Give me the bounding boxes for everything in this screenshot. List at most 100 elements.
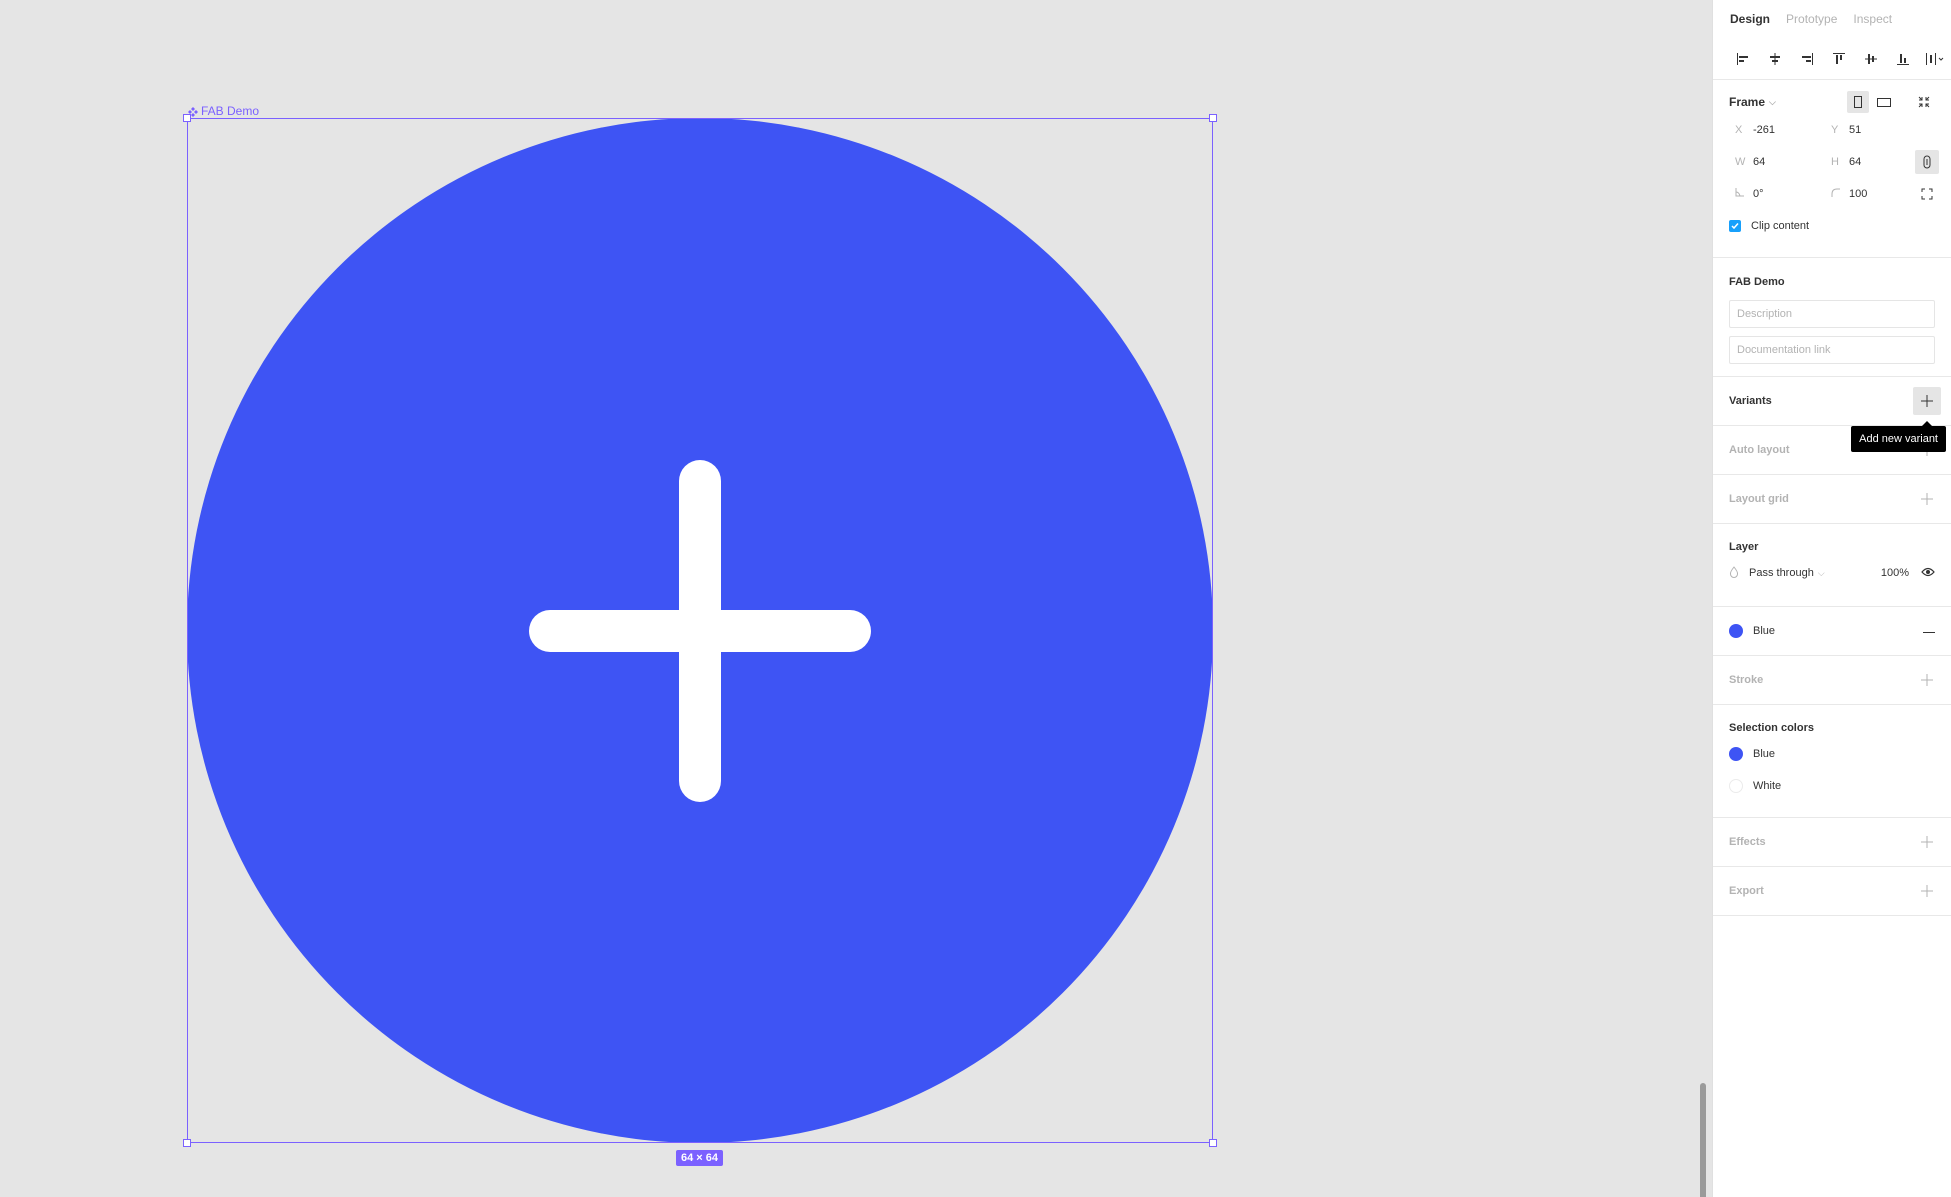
clip-content-row[interactable]: Clip content [1729,210,1935,242]
add-export-button[interactable] [1913,877,1941,905]
frame-type-label: Frame [1729,95,1766,109]
resize-to-fit-icon [1918,96,1930,108]
plus-icon [1921,395,1933,407]
layer-section: Layer Pass through ⌵ 100% [1713,524,1951,607]
align-vertical-center-button[interactable] [1855,45,1887,73]
blend-mode-dropdown[interactable]: Pass through ⌵ [1749,567,1825,579]
stroke-section: Stroke [1713,656,1951,705]
export-section: Export [1713,867,1951,916]
canvas-scrollbar[interactable] [1700,1083,1706,1197]
add-stroke-button[interactable] [1913,666,1941,694]
add-variant-tooltip: Add new variant [1851,421,1946,452]
landscape-icon [1877,97,1891,107]
blend-mode-icon [1729,565,1739,581]
selection-color-label: White [1753,780,1782,792]
resize-to-fit-button[interactable] [1913,91,1935,113]
height-field[interactable]: H 64 [1825,156,1921,168]
align-top-button[interactable] [1823,45,1855,73]
variants-title: Variants [1729,395,1772,407]
align-left-icon [1737,52,1748,65]
minus-icon [1923,632,1935,633]
width-field[interactable]: W 64 [1729,156,1825,168]
corner-radius-field[interactable]: 100 [1825,188,1921,200]
plus-icon [1921,493,1933,505]
component-section: FAB Demo [1713,258,1951,377]
tab-design[interactable]: Design [1730,12,1770,26]
frame-label-text: FAB Demo [201,104,260,118]
alignment-toolbar [1713,38,1951,80]
resize-handle-bottom-right[interactable] [1209,1139,1217,1147]
portrait-icon [1854,96,1862,108]
variants-section: Variants [1713,377,1951,426]
constrain-proportions-button[interactable] [1915,150,1939,174]
selection-colors-section: Selection colors Blue White [1713,705,1951,818]
description-input[interactable] [1729,300,1935,328]
independent-corners-button[interactable] [1915,182,1939,206]
selection-colors-title: Selection colors [1729,722,1814,734]
frame-type-dropdown[interactable]: Frame ⌵ [1729,95,1776,109]
portrait-button[interactable] [1847,91,1869,113]
align-vertical-center-icon [1865,53,1877,64]
effects-title: Effects [1729,836,1766,848]
canvas[interactable]: FAB Demo 64 × 64 [0,0,1712,1197]
frame-section: Frame ⌵ X -261 Y 51 W 64 H 64 0° 100 Cli… [1713,80,1951,258]
rotation-icon [1729,188,1753,200]
auto-layout-title: Auto layout [1729,444,1790,456]
align-top-icon [1833,52,1845,64]
tab-prototype[interactable]: Prototype [1786,12,1837,26]
effects-section: Effects [1713,818,1951,867]
selection-color-swatch-blue[interactable] [1729,747,1743,761]
fill-style-name[interactable]: Blue [1753,625,1775,637]
align-right-button[interactable] [1791,45,1823,73]
chevron-down-icon: ⌵ [1769,96,1776,107]
fill-color-swatch[interactable] [1729,624,1743,638]
clip-content-label: Clip content [1751,220,1810,232]
selection-box [183,114,1217,1147]
tab-inspect[interactable]: Inspect [1853,12,1892,26]
align-left-button[interactable] [1727,45,1759,73]
component-title: FAB Demo [1729,276,1785,288]
plus-icon [1921,885,1933,897]
visibility-toggle[interactable] [1921,567,1935,580]
layout-grid-section: Layout grid [1713,475,1951,524]
eye-icon [1921,567,1935,576]
add-variant-button[interactable] [1913,387,1941,415]
y-field[interactable]: Y 51 [1825,124,1921,136]
align-bottom-icon [1897,53,1909,65]
align-horizontal-center-icon [1770,52,1780,65]
export-title: Export [1729,885,1764,897]
landscape-button[interactable] [1873,91,1895,113]
clip-content-checkbox[interactable] [1729,220,1741,232]
resize-handle-top-right[interactable] [1209,114,1217,122]
selection-color-item[interactable]: Blue [1729,738,1935,770]
distribute-button[interactable] [1919,45,1951,73]
resize-handle-top-left[interactable] [183,114,191,122]
fill-section: Blue [1713,607,1951,656]
resize-handle-bottom-left[interactable] [183,1139,191,1147]
frame-label[interactable]: FAB Demo [188,104,259,118]
selection-color-swatch-white[interactable] [1729,779,1743,793]
align-right-icon [1802,52,1813,65]
stroke-title: Stroke [1729,674,1764,686]
link-icon [1923,155,1931,169]
x-field[interactable]: X -261 [1729,124,1825,136]
documentation-link-input[interactable] [1729,336,1935,364]
selection-color-label: Blue [1753,748,1776,760]
rotation-field[interactable]: 0° [1729,188,1825,200]
plus-icon [1921,836,1933,848]
add-layout-grid-button[interactable] [1913,485,1941,513]
layout-grid-title: Layout grid [1729,493,1789,505]
corner-radius-icon [1825,188,1849,200]
layer-title: Layer [1729,541,1759,553]
properties-panel: Design Prototype Inspect Frame ⌵ X -261 … [1712,0,1951,1197]
check-icon [1731,223,1739,230]
chevron-down-icon: ⌵ [1817,567,1825,578]
opacity-field[interactable]: 100% [1881,567,1909,579]
size-badge: 64 × 64 [676,1150,724,1166]
align-bottom-button[interactable] [1887,45,1919,73]
align-horizontal-center-button[interactable] [1759,45,1791,73]
detach-style-button[interactable] [1923,625,1935,637]
add-effect-button[interactable] [1913,828,1941,856]
plus-icon [1921,674,1933,686]
selection-color-item[interactable]: White [1729,770,1935,802]
